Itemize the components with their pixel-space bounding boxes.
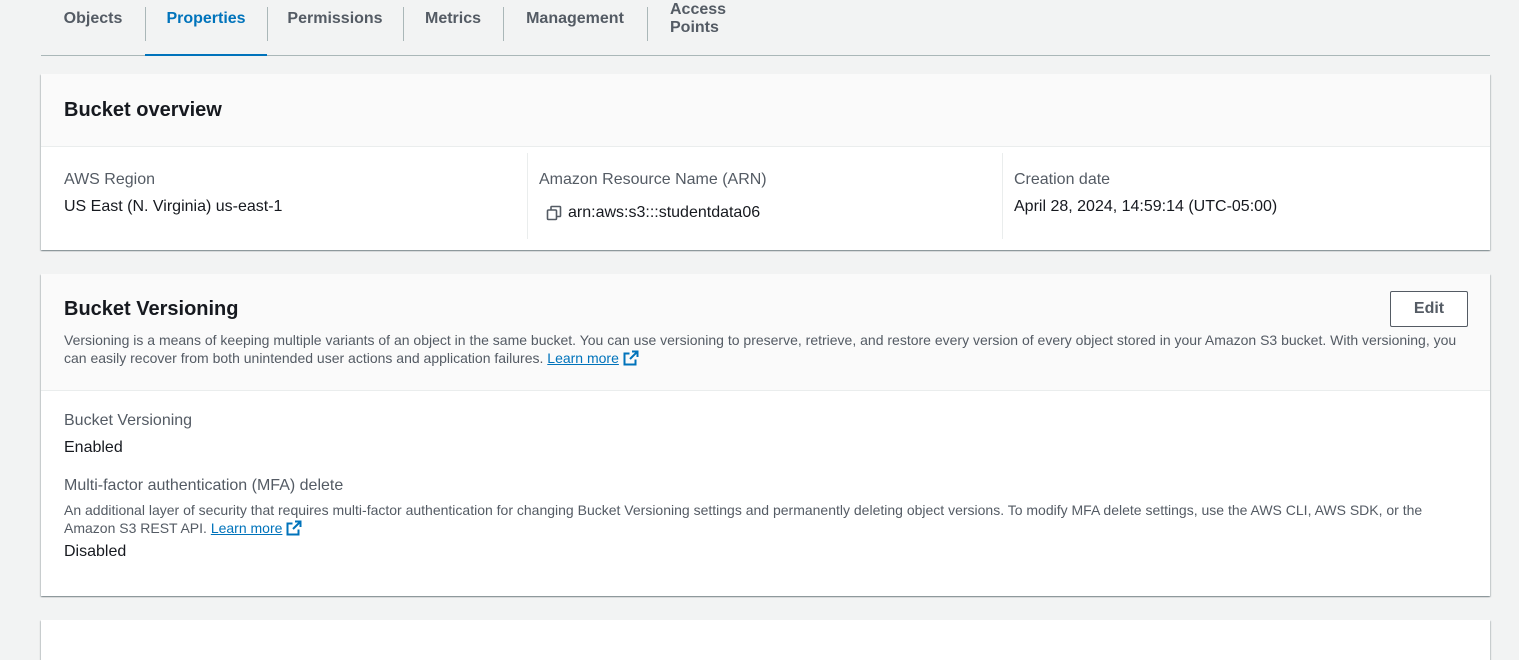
creation-date-value: April 28, 2024, 14:59:14 (UTC-05:00) [1014, 198, 1278, 215]
mfa-delete-field: Multi-factor authentication (MFA) delete… [64, 476, 1467, 562]
tab-label: Metrics [424, 9, 482, 27]
tab-management[interactable]: Management [503, 0, 647, 55]
region-column: AWS Region US East (N. Virginia) us-east… [41, 153, 516, 249]
tab-metrics[interactable]: Metrics [403, 0, 503, 55]
versioning-status-field: Bucket Versioning Enabled [64, 411, 1467, 458]
creation-date-label: Creation date [1014, 171, 1111, 188]
tab-label: Properties [166, 9, 246, 27]
versioning-description: Versioning is a means of keeping multipl… [64, 331, 1464, 367]
region-value: US East (N. Virginia) us-east-1 [64, 198, 283, 215]
panel-title: Bucket Versioning [64, 298, 239, 320]
arn-value-row: arn:aws:s3:::studentdata06 [546, 203, 968, 223]
description-text: Versioning is a means of keeping multipl… [64, 332, 1457, 366]
mfa-delete-value: Disabled [64, 543, 127, 560]
tab-properties[interactable]: Properties [145, 0, 267, 56]
tab-label: Access Points [670, 0, 727, 36]
bucket-versioning-panel: Bucket Versioning Edit Versioning is a m… [41, 274, 1490, 596]
mfa-learn-more-link[interactable]: Learn more [211, 520, 283, 536]
mfa-delete-description: An additional layer of security that req… [64, 501, 1464, 537]
panel-header: Bucket Versioning Edit Versioning is a m… [41, 274, 1490, 391]
external-link-icon[interactable] [623, 350, 639, 366]
panel-header: Bucket overview [41, 74, 1490, 147]
versioning-status-value: Enabled [64, 439, 123, 456]
panel-title: Bucket overview [64, 99, 222, 121]
bucket-overview-panel: Bucket overview AWS Region US East (N. V… [41, 74, 1490, 250]
tab-access-points[interactable]: Access Points [647, 0, 792, 55]
mfa-delete-label: Multi-factor authentication (MFA) delete [64, 477, 344, 494]
arn-label: Amazon Resource Name (ARN) [539, 171, 767, 188]
tab-objects[interactable]: Objects [41, 0, 145, 55]
overview-columns: AWS Region US East (N. Virginia) us-east… [41, 147, 1490, 249]
tab-label: Permissions [287, 9, 383, 27]
learn-more-link[interactable]: Learn more [547, 350, 619, 366]
next-panel [41, 620, 1490, 660]
tab-permissions[interactable]: Permissions [267, 0, 403, 55]
tab-label: Management [526, 9, 624, 27]
region-label: AWS Region [64, 171, 155, 188]
panel-body: Bucket Versioning Enabled Multi-factor a… [41, 391, 1490, 562]
arn-column: Amazon Resource Name (ARN) arn:aws:s3:::… [516, 153, 991, 249]
versioning-status-label: Bucket Versioning [64, 412, 193, 429]
tab-label: Objects [63, 9, 123, 27]
external-link-icon[interactable] [286, 520, 302, 536]
tab-bar: Objects Properties Permissions Metrics M… [41, 0, 1490, 56]
copy-icon[interactable] [546, 205, 562, 221]
arn-value: arn:aws:s3:::studentdata06 [568, 204, 761, 221]
creation-date-column: Creation date April 28, 2024, 14:59:14 (… [991, 153, 1466, 249]
edit-button[interactable]: Edit [1390, 291, 1468, 327]
